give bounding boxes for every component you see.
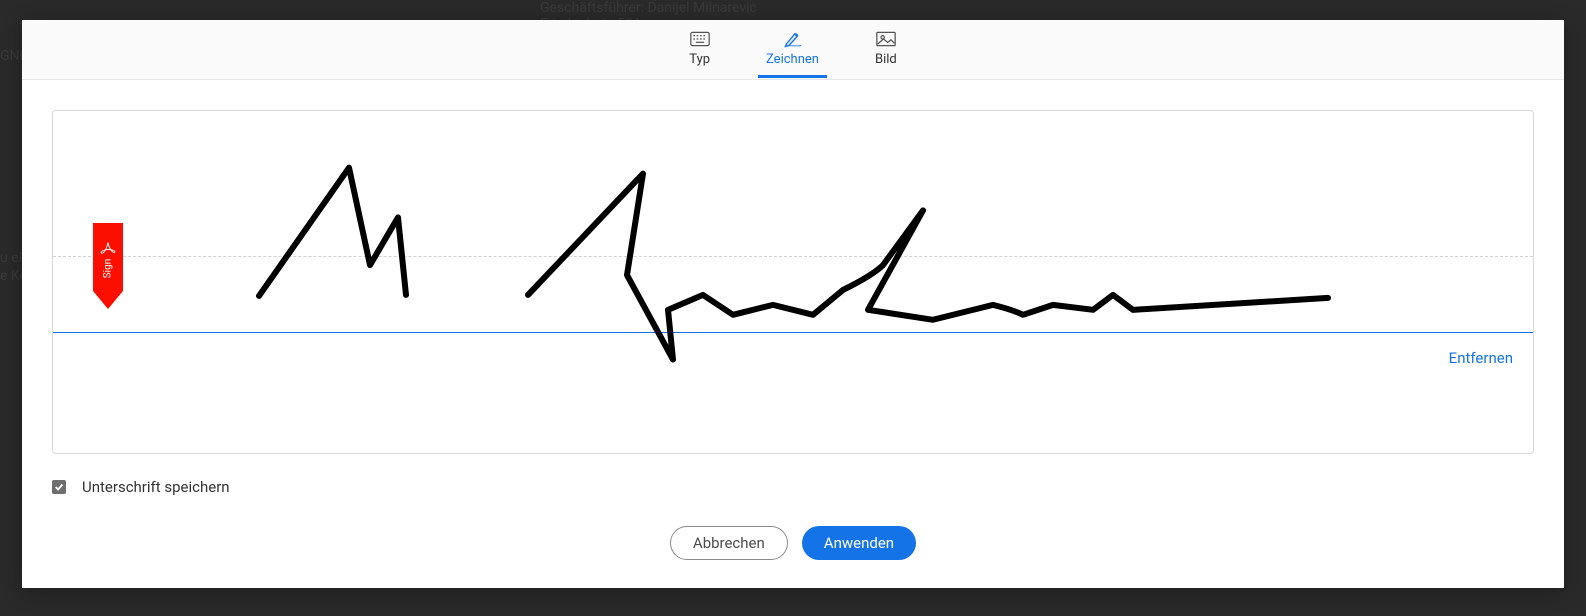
apply-button[interactable]: Anwenden	[802, 526, 916, 560]
tab-image[interactable]: Bild	[867, 24, 905, 75]
pen-icon	[783, 30, 803, 48]
tab-type[interactable]: Typ	[681, 24, 718, 75]
clear-signature-link[interactable]: Entfernen	[1449, 349, 1513, 367]
keyboard-icon	[690, 30, 710, 48]
signature-tabs: Typ Zeichnen Bild	[22, 20, 1564, 80]
signature-modal: Typ Zeichnen Bild	[22, 20, 1564, 588]
save-signature-checkbox[interactable]	[52, 480, 66, 494]
signature-drawing	[53, 111, 1533, 453]
save-signature-label: Unterschrift speichern	[82, 478, 230, 496]
tab-image-label: Bild	[875, 52, 897, 67]
tab-type-label: Typ	[689, 52, 710, 67]
tab-draw-label: Zeichnen	[766, 52, 819, 67]
check-icon	[54, 482, 64, 492]
modal-body: Sign Entfernen Unterschrift speichern Ab…	[22, 80, 1564, 588]
modal-buttons: Abbrechen Anwenden	[52, 526, 1534, 560]
save-signature-row: Unterschrift speichern	[52, 478, 1534, 496]
bg-side-text-2: u ei	[0, 250, 22, 266]
cancel-button[interactable]: Abbrechen	[670, 526, 788, 560]
tab-draw[interactable]: Zeichnen	[758, 24, 827, 75]
image-icon	[876, 30, 896, 48]
signature-canvas[interactable]: Sign Entfernen	[52, 110, 1534, 454]
